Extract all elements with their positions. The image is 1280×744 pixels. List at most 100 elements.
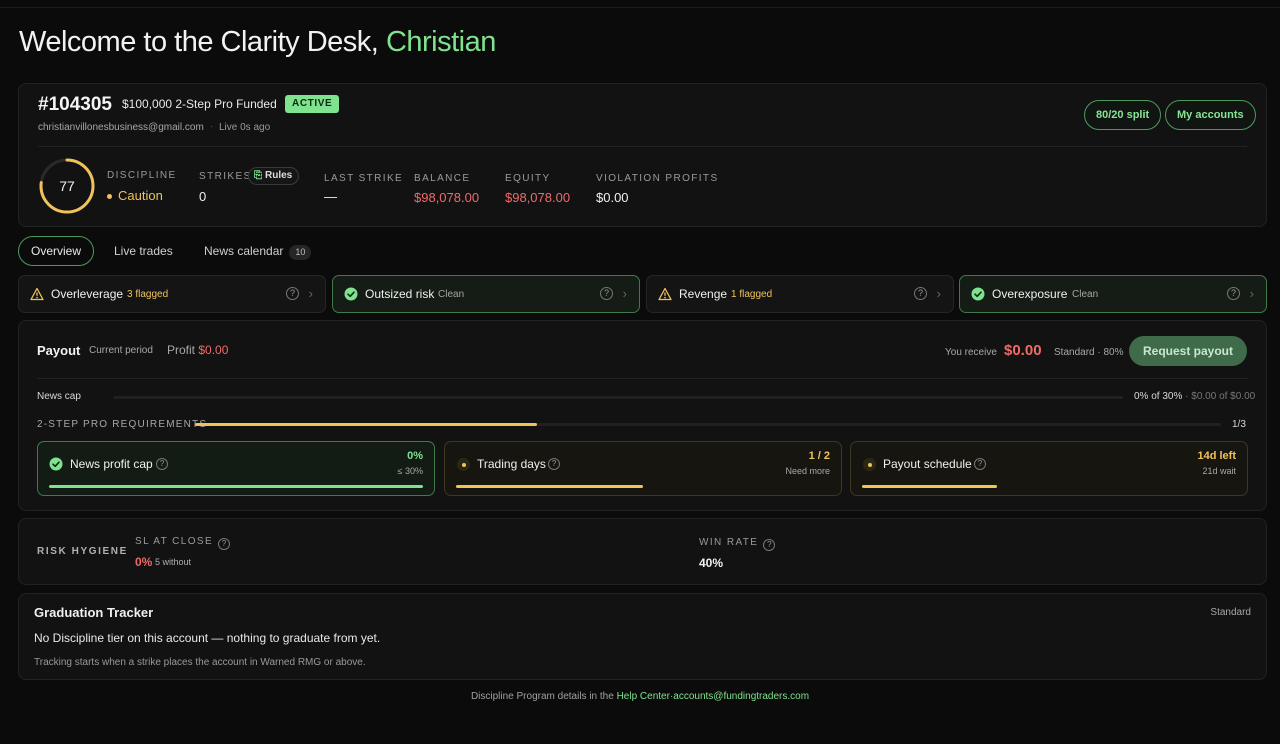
graduation-sub: Tracking starts when a strike places the… (34, 657, 366, 668)
graduation-card: Graduation Tracker Standard No Disciplin… (18, 593, 1267, 680)
support-email-link[interactable]: accounts@fundingtraders.com (673, 691, 809, 702)
help-icon[interactable]: ? (763, 539, 776, 551)
status-badge: ACTIVE (285, 95, 340, 113)
payout-period: Current period (89, 345, 153, 356)
win-rate-value: 40% (699, 556, 724, 570)
tab-news-calendar-label: News calendar (204, 244, 284, 258)
tab-live-trades[interactable]: Live trades (114, 236, 173, 266)
balance-label: BALANCE (414, 173, 471, 184)
help-icon[interactable]: ? (600, 287, 613, 300)
rules-button[interactable]: ⎘ Rules (248, 167, 300, 185)
req-trading-days[interactable]: Trading days ? 1 / 2 Need more (444, 441, 842, 496)
payout-divider (37, 378, 1248, 379)
profit-label: Profit (167, 343, 196, 357)
warning-icon (30, 287, 44, 301)
check-title: Revenge (679, 287, 728, 301)
email-separator: · (210, 121, 214, 132)
check-overleverage[interactable]: Overleverage 3 flagged ? › (18, 275, 326, 313)
req-progress-bar (456, 485, 643, 488)
chevron-right-icon: › (622, 286, 627, 301)
req-title: Payout schedule (883, 457, 972, 471)
violation-value: $0.00 (596, 190, 629, 205)
page-title: Welcome to the Clarity Desk, Christian (19, 26, 496, 59)
request-payout-button[interactable]: Request payout (1129, 336, 1247, 366)
news-cap-percent: 0% of 30% (1134, 391, 1183, 402)
tab-overview[interactable]: Overview (18, 236, 94, 266)
help-icon[interactable]: ? (548, 458, 560, 470)
help-icon[interactable]: ? (1227, 287, 1240, 300)
live-indicator: Live 0s ago (219, 122, 271, 133)
payout-card: Payout Current period Profit $0.00 You r… (18, 320, 1267, 511)
check-revenge[interactable]: Revenge 1 flagged ? › (646, 275, 954, 313)
req-payout-schedule[interactable]: Payout schedule ? 14d left 21d wait (850, 441, 1248, 496)
strikes-label: STRIKES (199, 171, 252, 182)
balance-value: $98,078.00 (414, 190, 480, 205)
help-center-link[interactable]: Help Center (617, 691, 670, 702)
top-divider (0, 7, 1280, 8)
welcome-text: Welcome to the Clarity Desk, (19, 26, 379, 58)
discipline-status-text: Caution (118, 188, 163, 203)
requirements-label: 2-STEP PRO REQUIREMENTS (37, 419, 208, 430)
check-status: 1 flagged (731, 289, 773, 300)
rules-label: Rules (265, 170, 293, 181)
scroll-icon: ⎘ (254, 170, 262, 181)
split-button[interactable]: 80/20 split (1084, 100, 1162, 130)
user-name: Christian (385, 26, 496, 58)
account-card: #104305 $100,000 2-Step Pro Funded ACTIV… (18, 83, 1267, 227)
account-divider (38, 146, 1247, 147)
req-title: News profit cap (70, 457, 153, 471)
check-status: 3 flagged (127, 289, 169, 300)
payout-standard: Standard · 80% (1054, 347, 1124, 358)
help-icon[interactable]: ? (286, 287, 299, 300)
help-icon[interactable]: ? (974, 458, 986, 470)
requirements-bar (195, 423, 1221, 426)
check-circle-icon (49, 457, 63, 471)
check-outsized-risk[interactable]: Outsized risk Clean ? › (332, 275, 640, 313)
graduation-tier: Standard (1210, 607, 1251, 618)
last-strike-label: LAST STRIKE (324, 173, 404, 184)
graduation-message: No Discipline tier on this account — not… (34, 631, 381, 645)
payout-profit: Profit $0.00 (167, 343, 228, 357)
req-sub: Need more (785, 466, 830, 476)
req-progress-bar (862, 485, 997, 488)
my-accounts-button[interactable]: My accounts (1165, 100, 1256, 130)
receive-value: $0.00 (1004, 342, 1042, 359)
caution-dot (107, 194, 112, 200)
win-rate-label: WIN RATE? (699, 537, 776, 551)
account-plan: $100,000 2-Step Pro Funded (122, 97, 277, 111)
sl-label-text: SL AT CLOSE (135, 536, 214, 547)
profit-value: $0.00 (198, 343, 229, 357)
check-circle-icon (344, 287, 358, 301)
chevron-right-icon: › (1249, 286, 1254, 301)
tab-news-calendar[interactable]: News calendar 10 (204, 236, 312, 266)
account-email: christianvillonesbusiness@gmail.com (38, 122, 204, 133)
news-cap-detail: · $0.00 of $0.00 (1185, 391, 1256, 402)
pending-dot-icon (457, 458, 470, 471)
warning-icon (658, 287, 672, 301)
risk-hygiene-label: RISK HYGIENE (37, 546, 128, 557)
req-title: Trading days (477, 457, 546, 471)
requirements-bar-fill (195, 423, 537, 426)
wr-label-text: WIN RATE (699, 537, 759, 548)
requirements-value: 1/3 (1232, 419, 1246, 430)
news-count-badge: 10 (289, 245, 312, 260)
footer-prefix: Discipline Program details in the (470, 691, 614, 702)
receive-label: You receive (945, 347, 997, 358)
check-status: Clean (1072, 289, 1099, 300)
req-value: 1 / 2 (808, 450, 830, 462)
req-news-profit-cap[interactable]: News profit cap ? 0% ≤ 30% (37, 441, 435, 496)
discipline-score: 77 (59, 178, 75, 194)
equity-value: $98,078.00 (505, 190, 571, 205)
help-icon[interactable]: ? (156, 458, 168, 470)
req-sub: ≤ 30% (397, 466, 423, 476)
equity-label: EQUITY (505, 173, 551, 184)
check-overexposure[interactable]: Overexposure Clean ? › (959, 275, 1267, 313)
discipline-label: DISCIPLINE (107, 170, 177, 181)
payout-title: Payout (37, 343, 81, 358)
graduation-title: Graduation Tracker (34, 605, 154, 620)
sl-at-close-sub: 5 without (155, 557, 192, 567)
help-icon[interactable]: ? (218, 538, 231, 550)
help-icon[interactable]: ? (914, 287, 927, 300)
violation-label: VIOLATION PROFITS (596, 173, 719, 184)
discipline-status: Caution (107, 188, 163, 203)
